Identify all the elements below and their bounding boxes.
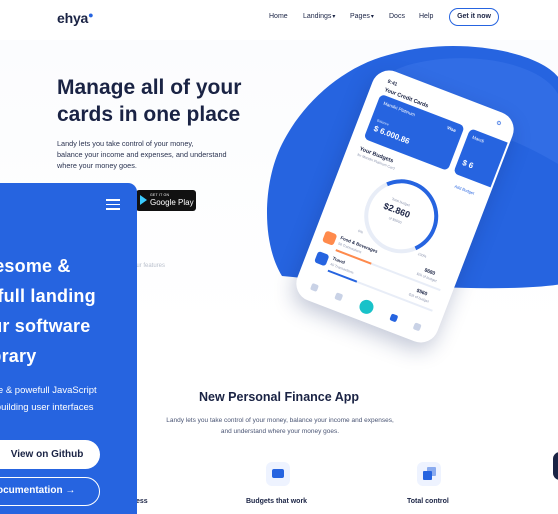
hero-title-line: Manage all of your <box>57 76 242 99</box>
side-chat-button[interactable] <box>553 452 558 480</box>
square-front <box>423 471 432 480</box>
feature-label: ess <box>136 498 148 505</box>
logo-text: ehya <box>57 10 89 26</box>
nav-link-label: Help <box>419 13 434 20</box>
nav-link-label: Pages <box>350 13 370 20</box>
landing-page: ehya● Home Landings▾ Pages▾ Docs Help Ge… <box>0 0 558 514</box>
nav-link-pages[interactable]: Pages▾ <box>350 13 374 20</box>
chevron-down-icon: ▾ <box>370 14 374 20</box>
card-name: Mandi <box>471 134 485 144</box>
wallet-shape <box>272 469 284 478</box>
overlay-subtitle-line: r building user interfaces <box>0 402 94 413</box>
feature-label: Budgets that work <box>246 498 308 505</box>
nav-link-help[interactable]: Help <box>419 13 433 20</box>
top-navbar: ehya● Home Landings▾ Pages▾ Docs Help Ge… <box>0 0 558 38</box>
feature-label: Total control <box>407 498 449 505</box>
add-budget-link[interactable]: Add Budget <box>454 184 475 196</box>
nav-link-home[interactable]: Home <box>269 13 288 20</box>
card-brand: Visa <box>446 125 457 133</box>
overlay-title-line: erfull landing <box>0 286 96 306</box>
overlay-title-line: library <box>0 346 37 366</box>
hamburger-menu-icon[interactable] <box>106 199 120 210</box>
logo-dot-icon: ● <box>88 10 94 20</box>
mobile-preview-panel: wesome & erfull landing our software lib… <box>0 183 137 514</box>
nav-link-label: Docs <box>389 13 405 20</box>
hero-lead-line: where your money goes. <box>57 161 137 170</box>
chevron-down-icon: ▾ <box>332 14 336 20</box>
gauge-min: 0% <box>357 228 364 235</box>
home-tab-icon[interactable] <box>309 282 320 292</box>
overlay-title: wesome & erfull landing our software lib… <box>0 251 137 371</box>
hero-title-line: cards in one place <box>57 103 241 126</box>
hero-lead-line: balance your income and expenses, and un… <box>57 150 227 159</box>
google-play-icon <box>140 195 147 205</box>
nav-link-label: Home <box>269 13 288 20</box>
food-icon <box>321 230 338 246</box>
overlay-subtitle: me & powefull JavaScript r building user… <box>0 382 137 416</box>
overlay-subtitle-line: me & powefull JavaScript <box>0 385 97 396</box>
hero-title: Manage all of your cards in one place <box>57 74 277 128</box>
overlay-title-line: our software <box>0 316 91 336</box>
stats-tab-icon[interactable] <box>334 292 344 302</box>
section-lead: Landy lets you take control of your mone… <box>130 415 430 437</box>
faint-text: our features <box>133 263 166 269</box>
hero-lead-line: Landy lets you take control of your mone… <box>57 139 194 148</box>
nav-link-landings[interactable]: Landings▾ <box>303 13 335 20</box>
view-on-github-button[interactable]: View on Github <box>0 440 100 469</box>
nav-link-label: Landings <box>303 13 332 20</box>
google-play-button[interactable]: GET IT ON Google Play <box>136 190 196 211</box>
card-balance: $ 6.000.86 <box>372 123 411 146</box>
settings-icon: ⚙ <box>494 120 503 128</box>
profile-tab-icon[interactable] <box>412 322 422 332</box>
cards-tab-icon[interactable] <box>389 313 399 323</box>
phone-time: 9:41 <box>386 78 399 88</box>
hero-lead: Landy lets you take control of your mone… <box>57 138 257 171</box>
brand-logo[interactable]: ehya● <box>57 10 94 26</box>
control-feature-icon <box>417 462 441 486</box>
travel-icon <box>314 250 330 267</box>
budget-feature-icon <box>266 462 290 486</box>
section-lead-line: and understand where your money goes. <box>220 428 340 435</box>
overlay-title-line: wesome & <box>0 256 71 276</box>
gauge-max: 100% <box>417 251 427 259</box>
get-it-now-button[interactable]: Get it now <box>449 8 499 26</box>
nav-link-docs[interactable]: Docs <box>389 13 405 20</box>
google-play-small-text: GET IT ON <box>150 193 170 197</box>
google-play-big-text: Google Play <box>150 198 194 207</box>
add-fab-icon[interactable] <box>357 297 376 316</box>
card-balance: $ 6 <box>461 158 475 171</box>
section-lead-line: Landy lets you take control of your mone… <box>166 417 394 424</box>
documentation-button[interactable]: ocumentation → <box>0 477 100 506</box>
